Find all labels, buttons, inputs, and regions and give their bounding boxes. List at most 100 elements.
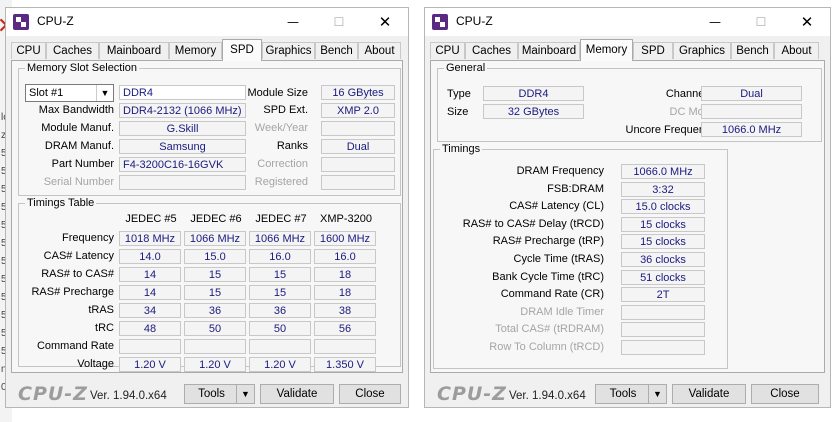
tab-bench[interactable]: Bench xyxy=(731,42,774,59)
timing-cell: 1.350 V xyxy=(314,357,376,372)
timing-label: DRAM Frequency xyxy=(516,165,604,177)
serial-number-value xyxy=(119,175,246,190)
tab-memory[interactable]: Memory xyxy=(580,39,633,61)
timing-cell: 56 xyxy=(314,321,376,336)
timing-label: Total CAS# (tRDRAM) xyxy=(495,323,604,336)
slot-select[interactable]: Slot #1 ▼ xyxy=(25,84,114,102)
tab-cpu[interactable]: CPU xyxy=(11,42,46,59)
column-header: JEDEC #5 xyxy=(125,213,177,225)
timing-cell: 14.0 xyxy=(119,249,181,264)
timing-cell: 34 xyxy=(119,303,181,318)
cpuz-app-icon xyxy=(13,14,29,30)
column-header: XMP-3200 xyxy=(320,213,372,225)
timing-cell xyxy=(119,339,181,354)
size-label: Size xyxy=(447,106,469,118)
tools-button[interactable]: Tools ▼ xyxy=(595,384,667,404)
timing-cell: 14 xyxy=(119,285,181,300)
tab-about[interactable]: About xyxy=(774,42,819,59)
timing-cell xyxy=(249,339,311,354)
timing-value: 15 clocks xyxy=(621,216,705,232)
column-header: JEDEC #7 xyxy=(255,213,307,225)
cpuz-window-memory: CPU-Z — ☐ ✕ CPU Caches Mainboard Memory … xyxy=(424,7,831,408)
tab-graphics[interactable]: Graphics xyxy=(262,42,315,59)
close-window-button[interactable]: ✕ xyxy=(362,8,408,36)
tab-bar: CPU Caches Mainboard Memory SPD Graphics… xyxy=(430,39,825,61)
close-button[interactable]: Close xyxy=(751,384,819,404)
close-window-button[interactable]: ✕ xyxy=(784,8,830,36)
tab-memory[interactable]: Memory xyxy=(169,42,222,59)
uncore-frequency-value: 1066.0 MHz xyxy=(701,122,802,137)
group-legend: Timings xyxy=(442,143,481,155)
dram-manuf-value: Samsung xyxy=(119,139,246,154)
title-bar[interactable]: CPU-Z — ☐ ✕ xyxy=(6,8,408,36)
tab-mainboard[interactable]: Mainboard xyxy=(99,42,169,59)
timing-cell: 15 xyxy=(249,285,311,300)
footer-bar: CPU-Z Ver. 1.94.0.x64 Tools ▼ Validate C… xyxy=(425,378,830,408)
tab-spd[interactable]: SPD xyxy=(222,39,262,61)
version-label: Ver. 1.94.0.x64 xyxy=(90,390,167,402)
timing-cell: 14 xyxy=(119,267,181,282)
chevron-down-icon[interactable]: ▼ xyxy=(96,85,113,101)
serial-number-label: Serial Number xyxy=(43,176,114,188)
validate-button[interactable]: Validate xyxy=(260,384,334,404)
tools-button[interactable]: Tools ▼ xyxy=(184,384,255,404)
timing-row-label: tRC xyxy=(95,322,114,334)
validate-button[interactable]: Validate xyxy=(672,384,746,404)
maximize-button[interactable]: ☐ xyxy=(738,8,784,36)
timing-label: DRAM Idle Timer xyxy=(520,305,604,318)
tab-mainboard[interactable]: Mainboard xyxy=(518,42,580,59)
timing-cell: 15 xyxy=(184,285,246,300)
tab-graphics[interactable]: Graphics xyxy=(673,42,731,59)
timing-value: 36 clocks xyxy=(621,252,705,267)
tab-bench[interactable]: Bench xyxy=(315,42,358,59)
registered-label: Registered xyxy=(254,176,308,188)
tab-spd[interactable]: SPD xyxy=(633,42,673,59)
timing-cell: 36 xyxy=(249,303,311,318)
timing-value xyxy=(621,304,705,320)
group-legend: Memory Slot Selection xyxy=(27,62,138,74)
module-size-value: 16 GBytes xyxy=(321,85,395,100)
timing-cell: 15 xyxy=(184,267,246,282)
memory-panel: General Type DDR4 Channel # Dual Size 32… xyxy=(430,60,825,373)
timing-row-label: CAS# Latency xyxy=(43,250,114,262)
max-bandwidth-label: Max Bandwidth xyxy=(38,104,114,116)
footer-bar: CPU-Z Ver. 1.94.0.x64 Tools ▼ Validate C… xyxy=(6,378,408,408)
timing-row-label: RAS# Precharge xyxy=(31,286,114,298)
timing-row-label: Voltage xyxy=(77,358,114,370)
timing-label: RAS# to CAS# Delay (tRCD) xyxy=(462,217,604,230)
channel-value: Dual xyxy=(701,86,802,101)
window-title: CPU-Z xyxy=(37,14,74,28)
close-button[interactable]: Close xyxy=(339,384,401,404)
spd-ext-value: XMP 2.0 xyxy=(321,103,395,118)
minimize-button[interactable]: — xyxy=(270,8,316,36)
tab-about[interactable]: About xyxy=(358,42,401,59)
tab-caches[interactable]: Caches xyxy=(46,42,99,59)
max-bandwidth-value: DDR4-2132 (1066 MHz) xyxy=(119,103,246,118)
week-year-label: Week/Year xyxy=(254,122,308,134)
timing-label: RAS# Precharge (tRP) xyxy=(492,235,604,248)
tools-button-label: Tools xyxy=(198,388,225,400)
timing-cell: 1066 MHz xyxy=(184,231,246,246)
timing-cell: 38 xyxy=(314,303,376,318)
tab-cpu[interactable]: CPU xyxy=(430,42,465,59)
timing-row-label: RAS# to CAS# xyxy=(41,268,114,280)
tab-bar: CPU Caches Mainboard Memory SPD Graphics… xyxy=(11,39,403,61)
tools-button-label: Tools xyxy=(609,388,637,400)
minimize-button[interactable]: — xyxy=(692,8,738,36)
timing-value: 2T xyxy=(621,287,705,303)
timing-row-label: Command Rate xyxy=(36,340,114,352)
correction-value xyxy=(321,157,395,172)
memory-type-value: DDR4 xyxy=(119,85,246,100)
title-bar[interactable]: CPU-Z — ☐ ✕ xyxy=(425,8,830,36)
maximize-button[interactable]: ☐ xyxy=(316,8,362,36)
timing-cell: 1600 MHz xyxy=(314,231,376,246)
timing-row-label: tRAS xyxy=(88,304,114,316)
chevron-down-icon[interactable]: ▼ xyxy=(236,385,254,403)
type-label: Type xyxy=(447,88,471,100)
correction-label: Correction xyxy=(257,158,308,170)
chevron-down-icon[interactable]: ▼ xyxy=(648,385,666,403)
group-legend: Timings Table xyxy=(27,197,95,209)
tab-caches[interactable]: Caches xyxy=(465,42,518,59)
ranks-value: Dual xyxy=(321,139,395,154)
timing-cell: 1.20 V xyxy=(249,357,311,372)
